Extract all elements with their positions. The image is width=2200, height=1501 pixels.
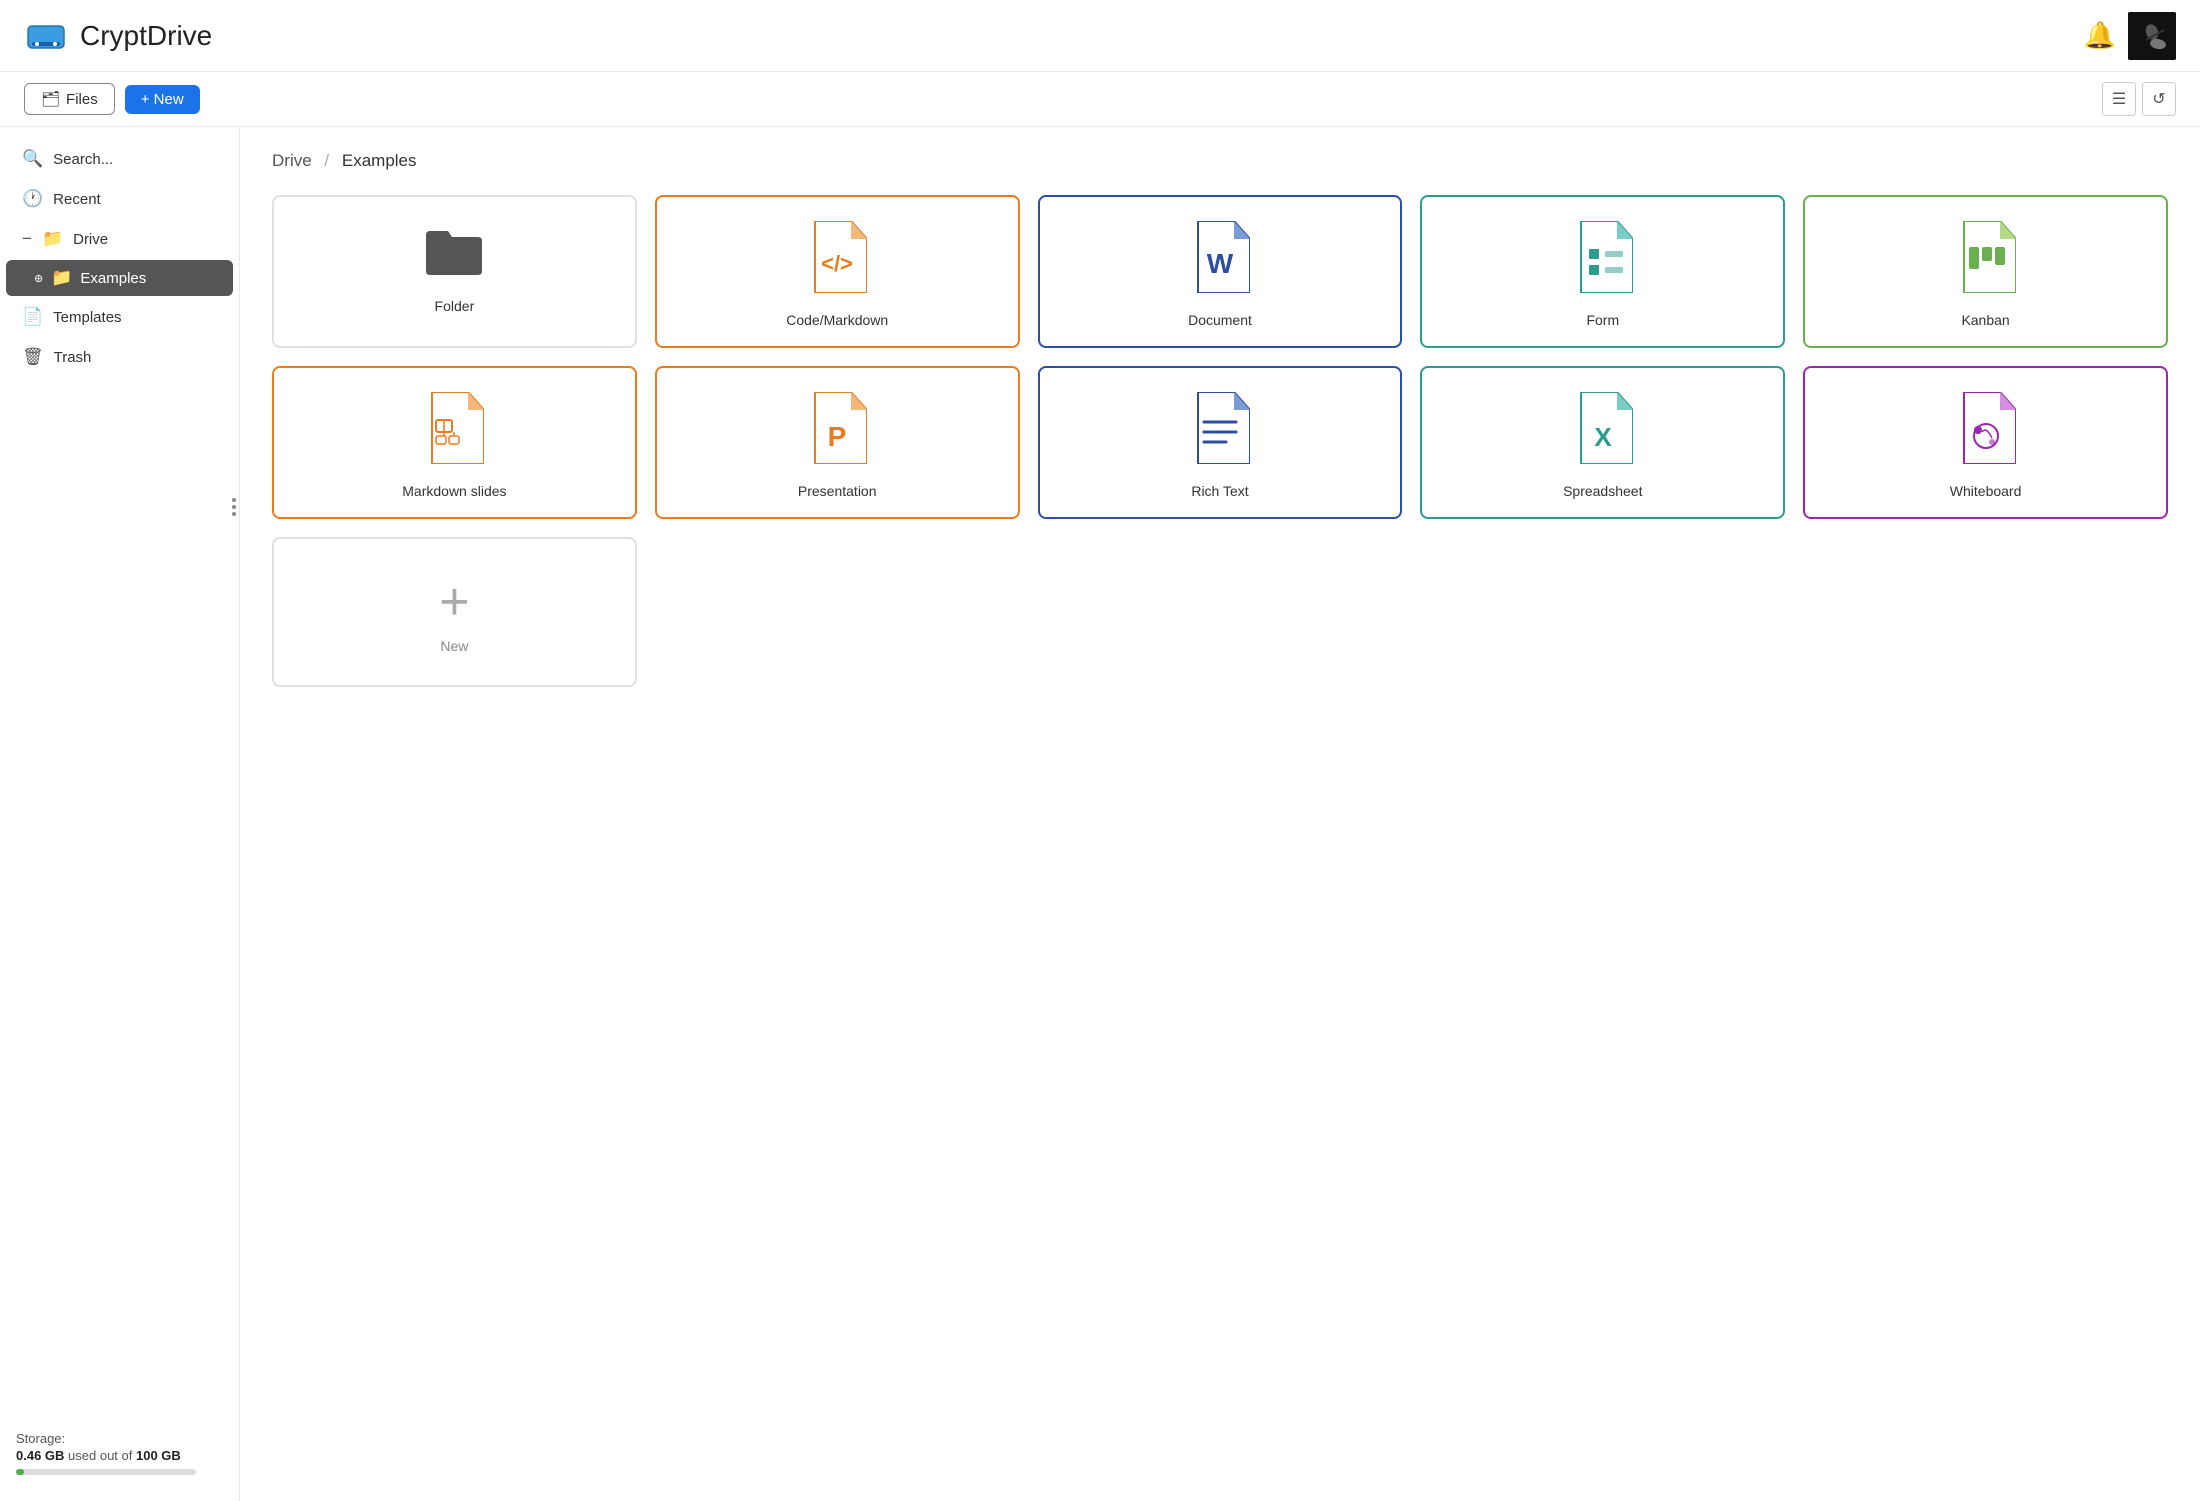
kanban-label: Kanban: [1961, 312, 2009, 328]
whiteboard-label: Whiteboard: [1950, 483, 2022, 499]
examples-folder-icon: 📁: [51, 268, 72, 288]
files-icon: 🗂: [41, 90, 60, 108]
files-label: Files: [66, 91, 98, 108]
storage-separator: used out of: [68, 1448, 136, 1463]
kanban-card-icon: [1956, 221, 2016, 298]
main-layout: 🔍 Search... 🕐 Recent − 📁 Drive ⊕ 📁 Examp…: [0, 127, 2200, 1501]
minus-icon: −: [22, 229, 32, 249]
list-view-button[interactable]: ☰: [2102, 82, 2136, 116]
recent-label: Recent: [53, 191, 101, 208]
grid-card-folder[interactable]: Folder: [272, 195, 637, 348]
spreadsheet-label: Spreadsheet: [1563, 483, 1642, 499]
search-icon: 🔍: [22, 149, 43, 169]
drive-folder-icon: 📁: [42, 229, 63, 249]
svg-text:X: X: [1594, 422, 1612, 452]
sidebar: 🔍 Search... 🕐 Recent − 📁 Drive ⊕ 📁 Examp…: [0, 127, 240, 1501]
whiteboard-card-icon: [1956, 392, 2016, 469]
examples-label: Examples: [80, 270, 146, 287]
spreadsheet-card-icon: X: [1573, 392, 1633, 469]
sidebar-item-examples[interactable]: ⊕ 📁 Examples: [6, 260, 233, 296]
svg-text:W: W: [1207, 248, 1234, 279]
grid-card-new[interactable]: + New: [272, 537, 637, 687]
history-button[interactable]: ↺: [2142, 82, 2176, 116]
files-button[interactable]: 🗂 Files: [24, 83, 115, 115]
breadcrumb-separator: /: [324, 151, 329, 170]
sidebar-item-search[interactable]: 🔍 Search...: [6, 140, 233, 178]
grid-card-slides[interactable]: Markdown slides: [272, 366, 637, 519]
richtext-card-icon: [1190, 392, 1250, 469]
storage-detail: 0.46 GB used out of 100 GB: [16, 1448, 223, 1463]
storage-text: Storage:: [16, 1431, 65, 1446]
app-title: CryptDrive: [80, 20, 212, 52]
slides-label: Markdown slides: [402, 483, 506, 499]
drive-label: Drive: [73, 231, 108, 248]
expand-icon: ⊕: [34, 272, 43, 285]
storage-used: 0.46 GB: [16, 1448, 64, 1463]
grid-card-kanban[interactable]: Kanban: [1803, 195, 2168, 348]
main-content: Drive / Examples Folder: [240, 127, 2200, 1501]
template-icon: 📄: [22, 307, 43, 327]
form-label: Form: [1586, 312, 1619, 328]
sidebar-item-drive[interactable]: − 📁 Drive: [6, 220, 233, 258]
grid-card-spreadsheet[interactable]: X Spreadsheet: [1420, 366, 1785, 519]
breadcrumb-root[interactable]: Drive: [272, 151, 312, 170]
header: CryptDrive 🔔: [0, 0, 2200, 72]
plus-icon: +: [439, 576, 469, 628]
svg-text:P: P: [828, 421, 847, 452]
breadcrumb-current: Examples: [342, 151, 417, 170]
item-grid: Folder </> Code/Markdown: [272, 195, 2168, 687]
grid-card-code[interactable]: </> Code/Markdown: [655, 195, 1020, 348]
toolbar: 🗂 Files + New ☰ ↺: [0, 72, 2200, 127]
document-card-icon: W: [1190, 221, 1250, 298]
grid-card-form[interactable]: Form: [1420, 195, 1785, 348]
trash-label: Trash: [54, 349, 92, 366]
grid-card-presentation[interactable]: P Presentation: [655, 366, 1020, 519]
history-icon: ↺: [2152, 89, 2165, 109]
notification-bell-icon[interactable]: 🔔: [2084, 20, 2116, 51]
document-label: Document: [1188, 312, 1252, 328]
list-view-icon: ☰: [2112, 89, 2126, 109]
sidebar-item-trash[interactable]: 🗑 Trash: [6, 338, 233, 376]
sidebar-item-templates[interactable]: 📄 Templates: [6, 298, 233, 336]
presentation-card-icon: P: [807, 392, 867, 469]
storage-bar-fill: [16, 1469, 24, 1475]
breadcrumb: Drive / Examples: [272, 151, 2168, 171]
grid-card-whiteboard[interactable]: Whiteboard: [1803, 366, 2168, 519]
trash-icon: 🗑: [22, 347, 44, 367]
drive-icon: [24, 14, 68, 58]
storage-label: Storage:: [16, 1431, 223, 1446]
grid-card-richtext[interactable]: Rich Text: [1038, 366, 1403, 519]
toolbar-right: ☰ ↺: [2102, 82, 2176, 116]
folder-card-icon: [422, 221, 486, 284]
form-card-icon: [1573, 221, 1633, 298]
code-card-icon: </>: [807, 221, 867, 298]
new-button[interactable]: + New: [125, 85, 200, 114]
clock-icon: 🕐: [22, 189, 43, 209]
resize-handle[interactable]: [232, 498, 236, 516]
new-label: + New: [141, 91, 184, 108]
svg-text:</>: </>: [821, 251, 853, 276]
templates-label: Templates: [53, 309, 121, 326]
slides-card-icon: [424, 392, 484, 469]
app-logo: CryptDrive: [24, 14, 2084, 58]
sidebar-item-recent[interactable]: 🕐 Recent: [6, 180, 233, 218]
storage-info: Storage: 0.46 GB used out of 100 GB: [0, 1417, 239, 1489]
new-card-label: New: [440, 638, 468, 654]
storage-bar-background: [16, 1469, 196, 1475]
storage-total: 100 GB: [136, 1448, 181, 1463]
grid-card-document[interactable]: W Document: [1038, 195, 1403, 348]
presentation-label: Presentation: [798, 483, 877, 499]
richtext-label: Rich Text: [1191, 483, 1248, 499]
code-label: Code/Markdown: [786, 312, 888, 328]
user-avatar[interactable]: [2128, 12, 2176, 60]
folder-label: Folder: [435, 298, 475, 314]
search-label: Search...: [53, 151, 113, 168]
header-actions: 🔔: [2084, 12, 2176, 60]
